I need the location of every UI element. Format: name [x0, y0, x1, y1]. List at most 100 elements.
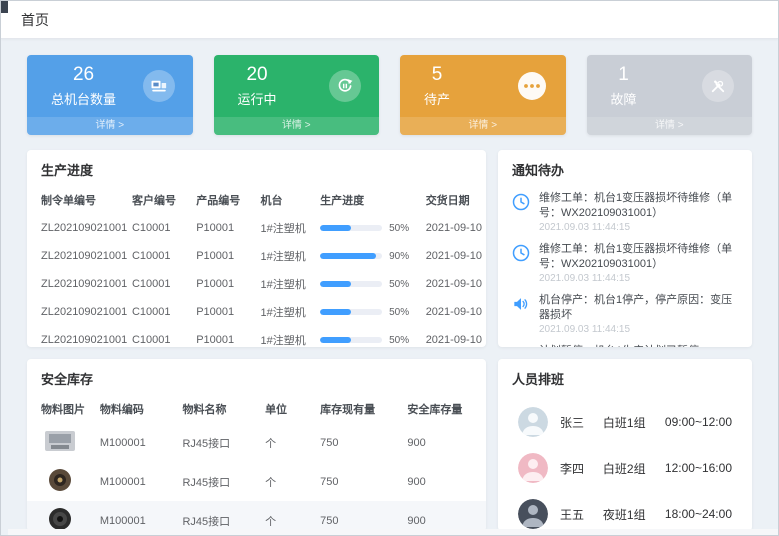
bottom-row: 安全库存 物料图片 物料编码 物料名称 单位 库存现有量 安全库存量: [1, 347, 778, 531]
detail-link[interactable]: 详情 >: [400, 117, 566, 135]
production-table: 制令单编号 客户编号 产品编号 机台 生产进度 交货日期 ZL202109021…: [27, 186, 486, 347]
notification-list: 维修工单：机台1变压器损坏待维修（单号：WX202109031001） 2021…: [498, 186, 752, 347]
notification-text: 机台停产：机台1停产，停产原因：变压器损坏: [539, 293, 739, 322]
breadcrumb-home[interactable]: 首页: [21, 10, 49, 30]
cell-machine: 1#注塑机: [256, 270, 316, 298]
cell-safety-stock: 900: [403, 462, 486, 501]
stat-value: 26: [51, 64, 116, 86]
panel-title: 人员排班: [498, 359, 752, 395]
cell-machine: 1#注塑机: [256, 242, 316, 270]
progress-label: 50%: [389, 307, 409, 318]
table-row: M100001 RJ45接口 个 750 900: [27, 423, 486, 462]
table-row: ZL202109021001 C10001 P10001 1#注塑机 50% 2…: [27, 270, 486, 298]
notification-item[interactable]: 机台停产：机台1停产，停产原因：变压器损坏 2021.09.03 11:44:1…: [511, 288, 739, 339]
ellipsis-icon: [516, 70, 548, 102]
notification-item[interactable]: 维修工单：机台1变压器损坏待维修（单号：WX202109031001） 2021…: [511, 237, 739, 288]
stat-cards-row: 26 总机台数量 详情 > 20 运行中: [1, 39, 778, 135]
detail-link[interactable]: 详情 >: [214, 117, 380, 135]
cell-unit: 个: [261, 462, 316, 501]
progress-bar-fill: [320, 309, 351, 315]
staff-time: 09:00~12:00: [665, 415, 732, 429]
stat-card-total-machines[interactable]: 26 总机台数量 详情 >: [27, 55, 193, 135]
schedule-row: 王五 夜班1组 18:00~24:00: [502, 491, 748, 531]
topbar: 首页: [1, 1, 778, 39]
notification-body: 维修工单：机台1变压器损坏待维修（单号：WX202109031001） 2021…: [539, 242, 739, 284]
detail-link[interactable]: 详情 >: [27, 117, 193, 135]
notification-time: 2021.09.03 11:44:15: [539, 324, 739, 335]
staff-shift: 白班1组: [603, 414, 665, 431]
card-main: 26 总机台数量: [27, 55, 193, 108]
staff-name: 张三: [560, 414, 603, 431]
dashboard-page: 首页 26 总机台数量 详情 >: [0, 0, 779, 536]
progress-bar: [320, 225, 382, 231]
speaker-photo: [41, 506, 79, 531]
cell-material-image: [27, 501, 96, 531]
progress-bar: [320, 281, 382, 287]
cell-date: 2021-09-10: [422, 326, 486, 347]
cycle-icon: [329, 70, 361, 102]
progress-label: 90%: [389, 251, 409, 262]
cell-date: 2021-09-10: [422, 298, 486, 326]
cell-customer: C10001: [128, 270, 192, 298]
clock-icon: [511, 243, 531, 263]
notification-text: 计划暂停：机台1生产计划已暂停: [539, 344, 739, 347]
table-row: M100001 RJ45接口 个 750 900: [27, 462, 486, 501]
sidebar-edge: [1, 1, 8, 13]
cell-product: P10001: [192, 242, 256, 270]
table-row: ZL202109021001 C10001 P10001 1#注塑机 50% 2…: [27, 326, 486, 347]
stat-label: 运行中: [238, 89, 277, 108]
card-main: 5 待产: [400, 55, 566, 108]
cell-progress: 50%: [316, 270, 422, 298]
notification-item[interactable]: 计划暂停：机台1生产计划已暂停 2021.09.03 11:44:15: [511, 339, 739, 347]
cell-material-name: RJ45接口: [178, 462, 261, 501]
tools-icon: [702, 70, 734, 102]
cell-date: 2021-09-10: [422, 214, 486, 242]
column-header: 生产进度: [316, 186, 422, 214]
progress-bar-fill: [320, 281, 351, 287]
speaker-icon: [511, 345, 531, 347]
production-progress-panel: 生产进度 制令单编号 客户编号 产品编号 机台 生产进度 交货日期 ZL2021…: [27, 150, 486, 347]
progress-label: 50%: [389, 335, 409, 346]
stat-card-fault[interactable]: 1 故障 详情 >: [587, 55, 753, 135]
table-header-row: 物料图片 物料编码 物料名称 单位 库存现有量 安全库存量: [27, 395, 486, 423]
stat-card-waiting[interactable]: 5 待产 详情 >: [400, 55, 566, 135]
cell-customer: C10001: [128, 298, 192, 326]
cell-progress: 90%: [316, 242, 422, 270]
cell-stock: 750: [316, 501, 403, 531]
cell-stock: 750: [316, 423, 403, 462]
notification-time: 2021.09.03 11:44:15: [539, 273, 739, 284]
column-header: 单位: [261, 395, 316, 423]
stat-value: 1: [611, 64, 637, 86]
cell-unit: 个: [261, 423, 316, 462]
progress-label: 50%: [389, 279, 409, 290]
notifications-panel: 通知待办 维修工单：机台1变压器损坏待维修（单号：WX202109031001）…: [498, 150, 752, 347]
progress-bar: [320, 337, 382, 343]
column-header: 产品编号: [192, 186, 256, 214]
notification-item[interactable]: 维修工单：机台1变压器损坏待维修（单号：WX202109031001） 2021…: [511, 186, 739, 237]
cell-date: 2021-09-10: [422, 242, 486, 270]
horizontal-scrollbar[interactable]: [8, 529, 778, 535]
middle-row: 生产进度 制令单编号 客户编号 产品编号 机台 生产进度 交货日期 ZL2021…: [1, 135, 778, 347]
cell-machine: 1#注塑机: [256, 326, 316, 347]
cell-safety-stock: 900: [403, 423, 486, 462]
staff-name: 李四: [560, 460, 603, 477]
avatar: [518, 499, 548, 529]
cell-material-image: [27, 462, 96, 501]
progress-bar-fill: [320, 337, 351, 343]
cell-product: P10001: [192, 298, 256, 326]
staff-shift: 白班2组: [603, 460, 665, 477]
round-connector-photo: [41, 467, 79, 493]
cell-product: P10001: [192, 214, 256, 242]
detail-link[interactable]: 详情 >: [587, 117, 753, 135]
cell-order: ZL202109021001: [27, 298, 128, 326]
cell-order: ZL202109021001: [27, 326, 128, 347]
notification-body: 机台停产：机台1停产，停产原因：变压器损坏 2021.09.03 11:44:1…: [539, 293, 739, 335]
stat-label: 故障: [611, 89, 637, 108]
cell-stock: 750: [316, 462, 403, 501]
stat-card-running[interactable]: 20 运行中 详情 >: [214, 55, 380, 135]
progress-label: 50%: [389, 223, 409, 234]
schedule-list: 张三 白班1组 09:00~12:00 李四 白班2组 12:00~16:00: [498, 395, 752, 531]
notification-time: 2021.09.03 11:44:15: [539, 222, 739, 233]
cell-progress: 50%: [316, 214, 422, 242]
panel-title: 通知待办: [498, 150, 752, 186]
